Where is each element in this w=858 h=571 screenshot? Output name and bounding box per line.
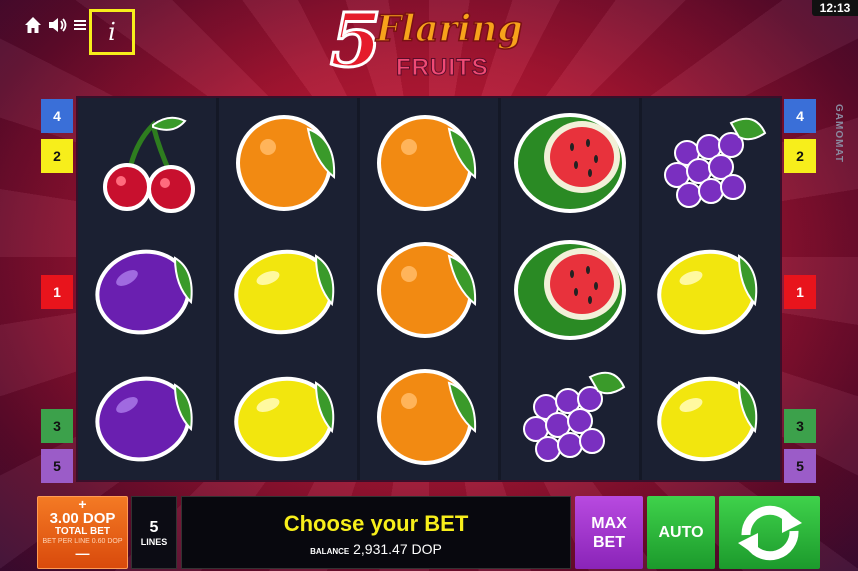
lines-label: LINES (140, 537, 168, 547)
orange-symbol (360, 98, 498, 225)
orange-symbol (360, 353, 498, 480)
lines-count: 5 (149, 519, 159, 536)
info-icon: i (108, 18, 116, 46)
reel-3 (360, 98, 498, 480)
payline-badge-right-2: 2 (784, 139, 816, 173)
payline-badge-left-5: 5 (41, 449, 73, 483)
game-logo: 5 Flaring FRUITS (329, 0, 530, 86)
logo-five: 5 (329, 0, 383, 86)
reel-2 (219, 98, 357, 480)
reel-5 (642, 98, 780, 480)
lemon-symbol (219, 353, 357, 480)
payline-badge-right-5: 5 (784, 449, 816, 483)
payline-badge-left-1: 1 (41, 275, 73, 309)
logo-fruits: FRUITS (396, 54, 489, 82)
total-bet-label: TOTAL BET (55, 526, 110, 537)
info-button[interactable]: i (89, 9, 135, 55)
balance-label: BALANCE (310, 547, 350, 556)
payline-badge-right-3: 3 (784, 409, 816, 443)
payline-badge-left-3: 3 (41, 409, 73, 443)
grapes-symbol (642, 98, 780, 225)
clock: 12:13 (812, 0, 858, 16)
total-bet-value: 3.00 DOP (49, 510, 116, 527)
plum-symbol (78, 225, 216, 352)
plum-symbol (78, 353, 216, 480)
lemon-symbol (642, 353, 780, 480)
max-bet-button[interactable]: MAX BET (575, 496, 643, 569)
control-bar: + 3.00 DOP TOTAL BET BET PER LINE 0.60 D… (0, 494, 858, 571)
spin-button[interactable] (719, 496, 820, 569)
watermelon-symbol (501, 98, 639, 225)
logo-flaring: Flaring (375, 7, 523, 51)
lines-display: 5 LINES (131, 496, 177, 569)
balance-display: BALANCE 2,931.47 DOP (182, 541, 570, 557)
lemon-symbol (642, 225, 780, 352)
message-text: Choose your BET (283, 511, 469, 536)
lemon-symbol (219, 225, 357, 352)
payline-badge-right-4: 4 (784, 99, 816, 133)
menu-icon[interactable] (74, 18, 86, 32)
bet-increase-button[interactable]: + (38, 497, 127, 511)
top-toolbar (24, 16, 86, 34)
spin-icon (737, 505, 802, 560)
watermelon-symbol (501, 225, 639, 352)
reel-4 (501, 98, 639, 480)
grapes-symbol (501, 353, 639, 480)
reel-1 (78, 98, 216, 480)
home-icon[interactable] (24, 16, 42, 34)
balance-value: 2,931.47 DOP (353, 541, 442, 557)
orange-symbol (219, 98, 357, 225)
total-bet-control[interactable]: + 3.00 DOP TOTAL BET BET PER LINE 0.60 D… (37, 496, 128, 569)
orange-symbol (360, 225, 498, 352)
message-panel: Choose your BET BALANCE 2,931.47 DOP (181, 496, 571, 569)
sound-icon[interactable] (48, 16, 68, 34)
provider-logo: GAMOMAT (833, 104, 844, 164)
payline-badge-right-1: 1 (784, 275, 816, 309)
reel-grid (76, 96, 782, 482)
bet-decrease-button[interactable]: — (38, 546, 127, 560)
auto-button[interactable]: AUTO (647, 496, 715, 569)
payline-badge-left-4: 4 (41, 99, 73, 133)
cherry-symbol (78, 98, 216, 225)
payline-badge-left-2: 2 (41, 139, 73, 173)
